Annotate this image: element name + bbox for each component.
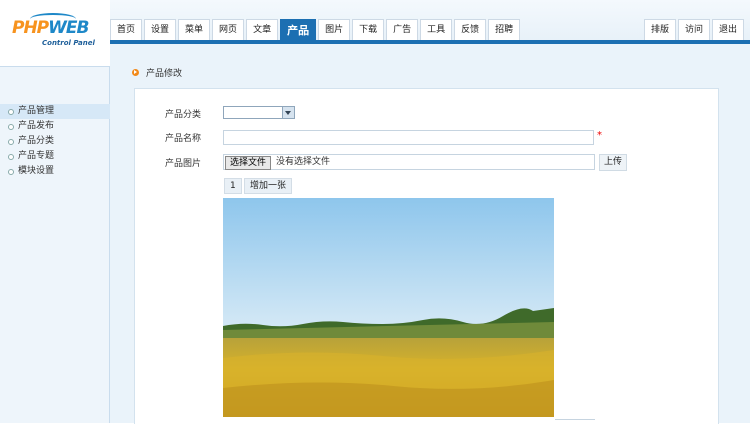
- main-content: 产品修改 产品分类 产品名称 * 产品图片 选择文件 没有选择文件 上传 1 增…: [110, 44, 750, 424]
- name-label: 产品名称: [165, 134, 202, 144]
- sidebar-item-label: 产品专题: [18, 151, 55, 161]
- logo-web: WEB: [48, 18, 89, 38]
- bullet-icon: [8, 109, 14, 115]
- file-input[interactable]: 选择文件 没有选择文件: [223, 154, 595, 170]
- chevron-down-icon[interactable]: [282, 107, 294, 118]
- tab-home[interactable]: 首页: [110, 19, 143, 40]
- main-nav: 首页 设置 菜单 网页 文章 产品 图片 下载 广告 工具 反馈 招聘: [110, 19, 522, 41]
- sidebar-item-label: 产品管理: [18, 106, 55, 116]
- tab-products[interactable]: 产品: [280, 19, 317, 40]
- file-status: 没有选择文件: [276, 157, 331, 167]
- add-image-button[interactable]: 增加一张: [244, 178, 293, 194]
- logo-subtitle: Control Panel: [42, 39, 95, 47]
- tab-settings[interactable]: 设置: [144, 19, 177, 40]
- tab-ads[interactable]: 广告: [386, 19, 419, 40]
- tab-downloads[interactable]: 下载: [352, 19, 385, 40]
- page-title: 产品修改: [146, 69, 183, 79]
- product-image: [223, 198, 554, 417]
- tab-pictures[interactable]: 图片: [318, 19, 351, 40]
- sidebar-item-product-publish[interactable]: 产品发布: [0, 119, 110, 134]
- logo-text: PHPWEB: [12, 18, 89, 38]
- bullet-icon: [8, 169, 14, 175]
- sidebar-item-label: 产品分类: [18, 136, 55, 146]
- image-label: 产品图片: [165, 159, 202, 169]
- sidebar-item-module-settings[interactable]: 模块设置: [0, 164, 110, 179]
- product-form: 产品分类 产品名称 * 产品图片 选择文件 没有选择文件 上传 1 增加一张: [134, 88, 719, 424]
- upload-button[interactable]: 上传: [599, 154, 628, 171]
- sidebar: 产品管理 产品发布 产品分类 产品专题 模块设置: [0, 66, 110, 423]
- tab-visits[interactable]: 访问: [677, 19, 710, 40]
- category-select[interactable]: [223, 106, 295, 119]
- breadcrumb: 产品修改: [132, 66, 182, 79]
- choose-file-button[interactable]: 选择文件: [225, 156, 272, 170]
- sidebar-item-product-manage[interactable]: 产品管理: [0, 104, 110, 119]
- sidebar-item-label: 产品发布: [18, 121, 55, 131]
- right-nav: 排版 访问 退出: [643, 19, 746, 40]
- sidebar-item-product-category[interactable]: 产品分类: [0, 134, 110, 149]
- sidebar-item-product-topic[interactable]: 产品专题: [0, 149, 110, 164]
- sidebar-list: 产品管理 产品发布 产品分类 产品专题 模块设置: [0, 104, 110, 179]
- tab-pages[interactable]: 网页: [212, 19, 245, 40]
- sidebar-item-label: 模块设置: [18, 166, 55, 176]
- tab-feedback[interactable]: 反馈: [454, 19, 487, 40]
- tab-tools[interactable]: 工具: [420, 19, 453, 40]
- arrow-circle-icon: [132, 69, 139, 76]
- bullet-icon: [8, 139, 14, 145]
- product-name-input[interactable]: [223, 130, 594, 145]
- image-page-button[interactable]: 1: [224, 178, 242, 194]
- tab-articles[interactable]: 文章: [246, 19, 279, 40]
- bullet-icon: [8, 154, 14, 160]
- logo: PHPWEB Control Panel: [0, 0, 110, 66]
- required-mark: *: [597, 130, 602, 141]
- category-label: 产品分类: [165, 110, 202, 120]
- logo-php: PHP: [12, 18, 49, 38]
- bullet-icon: [8, 124, 14, 130]
- tab-layout[interactable]: 排版: [643, 19, 676, 40]
- tab-menu[interactable]: 菜单: [178, 19, 211, 40]
- tab-logout[interactable]: 退出: [711, 19, 744, 40]
- tab-jobs[interactable]: 招聘: [488, 19, 521, 40]
